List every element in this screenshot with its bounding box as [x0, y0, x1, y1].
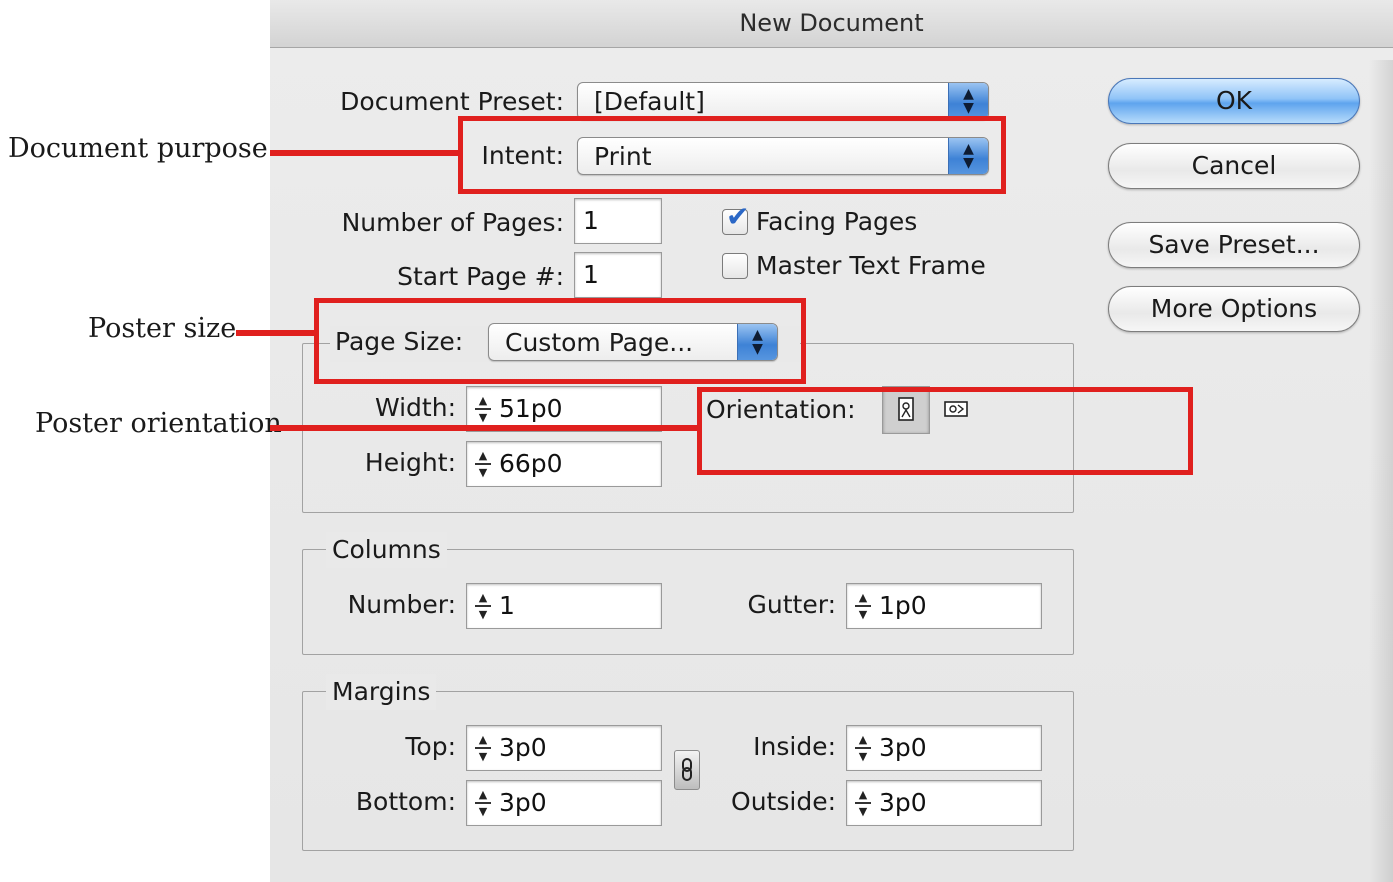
stepper-icon[interactable]: ▲ ▼ [851, 592, 875, 622]
facing-pages-checkbox[interactable]: ✔ [722, 202, 749, 235]
columns-number-field[interactable]: ▲ ▼ 1 [466, 583, 662, 629]
margin-outside-value: 3p0 [879, 788, 927, 817]
start-page-field[interactable]: 1 [574, 252, 662, 298]
annotation-document-purpose: Document purpose [8, 133, 268, 164]
stepper-icon[interactable]: ▲ ▼ [471, 450, 495, 480]
master-text-frame-checkbox[interactable] [722, 253, 748, 279]
window-edge-shadow [1369, 60, 1393, 882]
margin-top-label: Top: [405, 732, 456, 761]
height-value: 66p0 [499, 449, 563, 478]
margin-top-value: 3p0 [499, 733, 547, 762]
document-preset-select[interactable]: [Default] ▲ ▼ [577, 82, 989, 120]
start-page-value: 1 [583, 260, 599, 289]
ok-button[interactable]: OK [1108, 78, 1360, 124]
margin-bottom-value: 3p0 [499, 788, 547, 817]
margin-inside-label: Inside: [753, 732, 836, 761]
master-text-frame-label[interactable]: Master Text Frame [756, 248, 986, 284]
document-preset-value: [Default] [594, 87, 705, 116]
annotation-poster-orientation: Poster orientation [35, 408, 282, 439]
number-of-pages-field[interactable]: 1 [574, 198, 662, 244]
margin-outside-label: Outside: [731, 787, 836, 816]
annotation-line-poster-size [236, 330, 318, 336]
number-of-pages-value: 1 [583, 206, 599, 235]
facing-pages-label[interactable]: Facing Pages [756, 204, 917, 240]
annotation-box-intent [458, 116, 1006, 194]
gutter-value: 1p0 [879, 591, 927, 620]
link-chain-glyph [682, 758, 692, 781]
stepper-icon[interactable]: ▲ ▼ [471, 734, 495, 764]
stepper-icon[interactable]: ▲ ▼ [851, 734, 875, 764]
annotation-line-document-purpose [270, 150, 462, 156]
margin-top-field[interactable]: ▲ ▼ 3p0 [466, 725, 662, 771]
margin-bottom-field[interactable]: ▲ ▼ 3p0 [466, 780, 662, 826]
annotation-box-page-size [314, 298, 806, 384]
window-title: New Document [739, 9, 924, 37]
width-value: 51p0 [499, 394, 563, 423]
save-preset-button[interactable]: Save Preset... [1108, 222, 1360, 268]
number-of-pages-label: Number of Pages: [341, 208, 564, 237]
height-label: Height: [364, 448, 456, 477]
stepper-icon[interactable]: ▲ ▼ [851, 789, 875, 819]
annotation-box-orientation [697, 387, 1193, 475]
title-bar[interactable]: New Document [270, 0, 1393, 48]
stepper-icon[interactable]: ▲ ▼ [471, 395, 495, 425]
stepper-icon[interactable]: ▲ ▼ [471, 592, 495, 622]
margin-inside-value: 3p0 [879, 733, 927, 762]
checkmark-icon: ✔ [726, 200, 750, 233]
stepper-icon[interactable]: ▲ ▼ [471, 789, 495, 819]
popup-arrows-icon: ▲ ▼ [948, 83, 988, 119]
cancel-button[interactable]: Cancel [1108, 143, 1360, 189]
height-field[interactable]: ▲ ▼ 66p0 [466, 441, 662, 487]
document-preset-label: Document Preset: [340, 87, 564, 116]
columns-number-label: Number: [347, 590, 456, 619]
margin-outside-field[interactable]: ▲ ▼ 3p0 [846, 780, 1042, 826]
margins-title: Margins [326, 674, 437, 710]
gutter-field[interactable]: ▲ ▼ 1p0 [846, 583, 1042, 629]
start-page-label: Start Page #: [397, 262, 564, 291]
more-options-button[interactable]: More Options [1108, 286, 1360, 332]
annotation-line-poster-orientation [270, 425, 700, 431]
chain-link-icon[interactable] [674, 750, 700, 790]
columns-number-value: 1 [499, 591, 515, 620]
annotation-poster-size: Poster size [88, 313, 237, 344]
gutter-label: Gutter: [747, 590, 836, 619]
margin-inside-field[interactable]: ▲ ▼ 3p0 [846, 725, 1042, 771]
margin-bottom-label: Bottom: [355, 787, 456, 816]
width-label: Width: [374, 393, 456, 422]
columns-title: Columns [326, 532, 447, 568]
